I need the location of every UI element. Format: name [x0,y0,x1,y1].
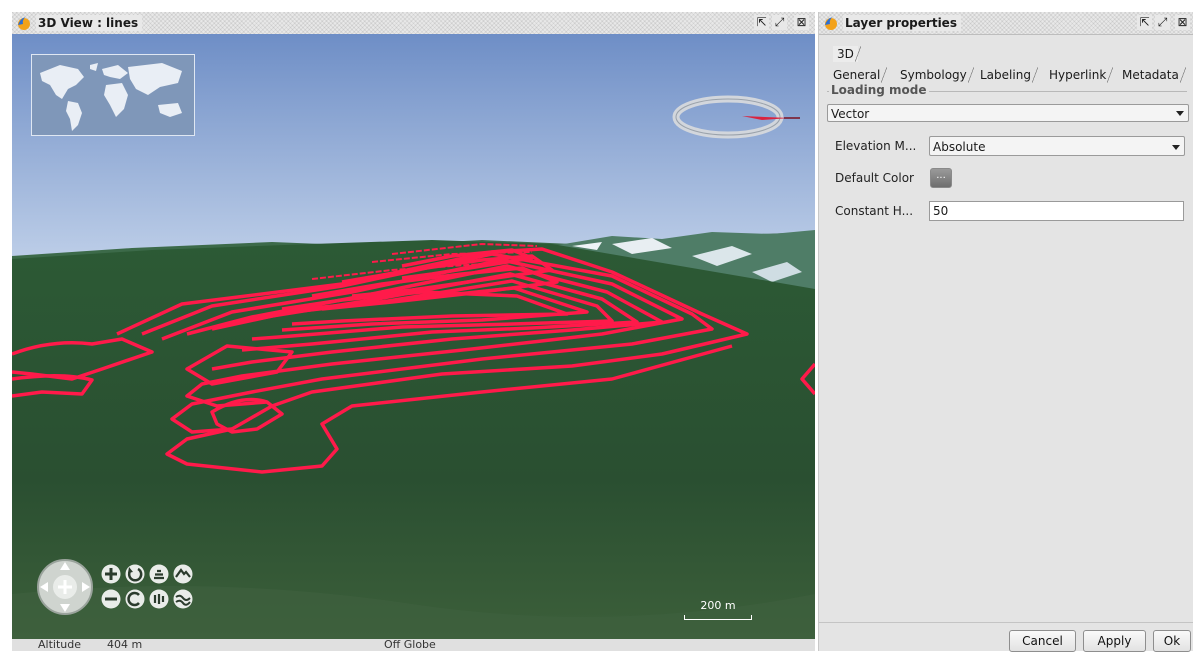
tab-symbology[interactable]: Symbology [896,67,974,83]
default-color-button[interactable]: ... [930,168,952,188]
elevation-mode-value: Absolute [933,140,986,154]
elevation-mode-select[interactable]: Absolute [929,136,1185,156]
scale-bar-line [684,615,752,620]
chevron-down-icon [1176,111,1184,116]
3d-globe-viewport[interactable]: 200 m [12,34,815,639]
close-icon[interactable]: ⊠ [1175,15,1190,30]
globe-flame-icon [18,17,30,30]
status-bar: Altitude 404 m Off Globe [12,639,815,651]
dialog-footer: Cancel Apply Ok [819,622,1193,652]
3d-view-titlebar[interactable]: 3D View : lines ⇱ ⤢ ⊠ [12,12,815,35]
tab-general[interactable]: General [829,67,888,83]
layer-properties-title: Layer properties [843,15,961,31]
world-map-icon [32,55,194,135]
undock-icon[interactable]: ⇱ [1137,15,1152,30]
elevation-mode-label: Elevation M... [835,139,917,153]
constant-height-label: Constant H... [835,204,914,218]
close-icon[interactable]: ⊠ [794,15,809,30]
terrain-down-icon[interactable] [173,589,193,609]
cancel-button[interactable]: Cancel [1009,630,1076,652]
altitude-value: 404 m [107,639,143,651]
globe-flame-icon [825,17,837,30]
loading-mode-select[interactable]: Vector [827,104,1189,122]
pan-joystick-icon[interactable] [37,559,93,615]
chevron-down-icon [1172,145,1180,150]
tilt-down-icon[interactable] [149,589,169,609]
constant-height-input[interactable]: 50 [929,201,1184,221]
3d-view-title: 3D View : lines [36,15,143,31]
scale-bar-label: 200 m [700,599,736,612]
3d-view-panel: 3D View : lines ⇱ ⤢ ⊠ 200 m Altitude 404… [12,12,815,651]
rotate-left-icon[interactable] [125,564,145,584]
rotate-right-icon[interactable] [125,589,145,609]
loading-mode-value: Vector [831,107,870,121]
overview-map[interactable] [31,54,195,136]
zoom-out-icon[interactable] [101,589,121,609]
scale-bar: 200 m [684,599,752,620]
apply-button[interactable]: Apply [1083,630,1146,652]
tab-3d[interactable]: 3D [833,46,861,62]
default-color-label: Default Color [835,171,914,185]
compass-icon[interactable] [672,94,802,140]
layer-properties-panel: Layer properties ⇱ ⤢ ⊠ 3D General Symbol… [818,12,1193,652]
tilt-up-icon[interactable] [149,564,169,584]
loading-mode-legend: Loading mode [829,83,930,97]
ok-button[interactable]: Ok [1153,630,1191,652]
tab-metadata[interactable]: Metadata [1118,67,1186,83]
tab-labeling[interactable]: Labeling [976,67,1038,83]
tab-hyperlink[interactable]: Hyperlink [1045,67,1114,83]
altitude-label: Altitude [38,639,81,651]
zoom-in-icon[interactable] [101,564,121,584]
maximize-icon[interactable]: ⤢ [1155,15,1170,30]
undock-icon[interactable]: ⇱ [754,15,769,30]
globe-status: Off Globe [384,639,436,651]
navigation-controls [37,559,227,629]
terrain-up-icon[interactable] [173,564,193,584]
layer-properties-titlebar[interactable]: Layer properties ⇱ ⤢ ⊠ [819,12,1193,35]
maximize-icon[interactable]: ⤢ [772,15,787,30]
